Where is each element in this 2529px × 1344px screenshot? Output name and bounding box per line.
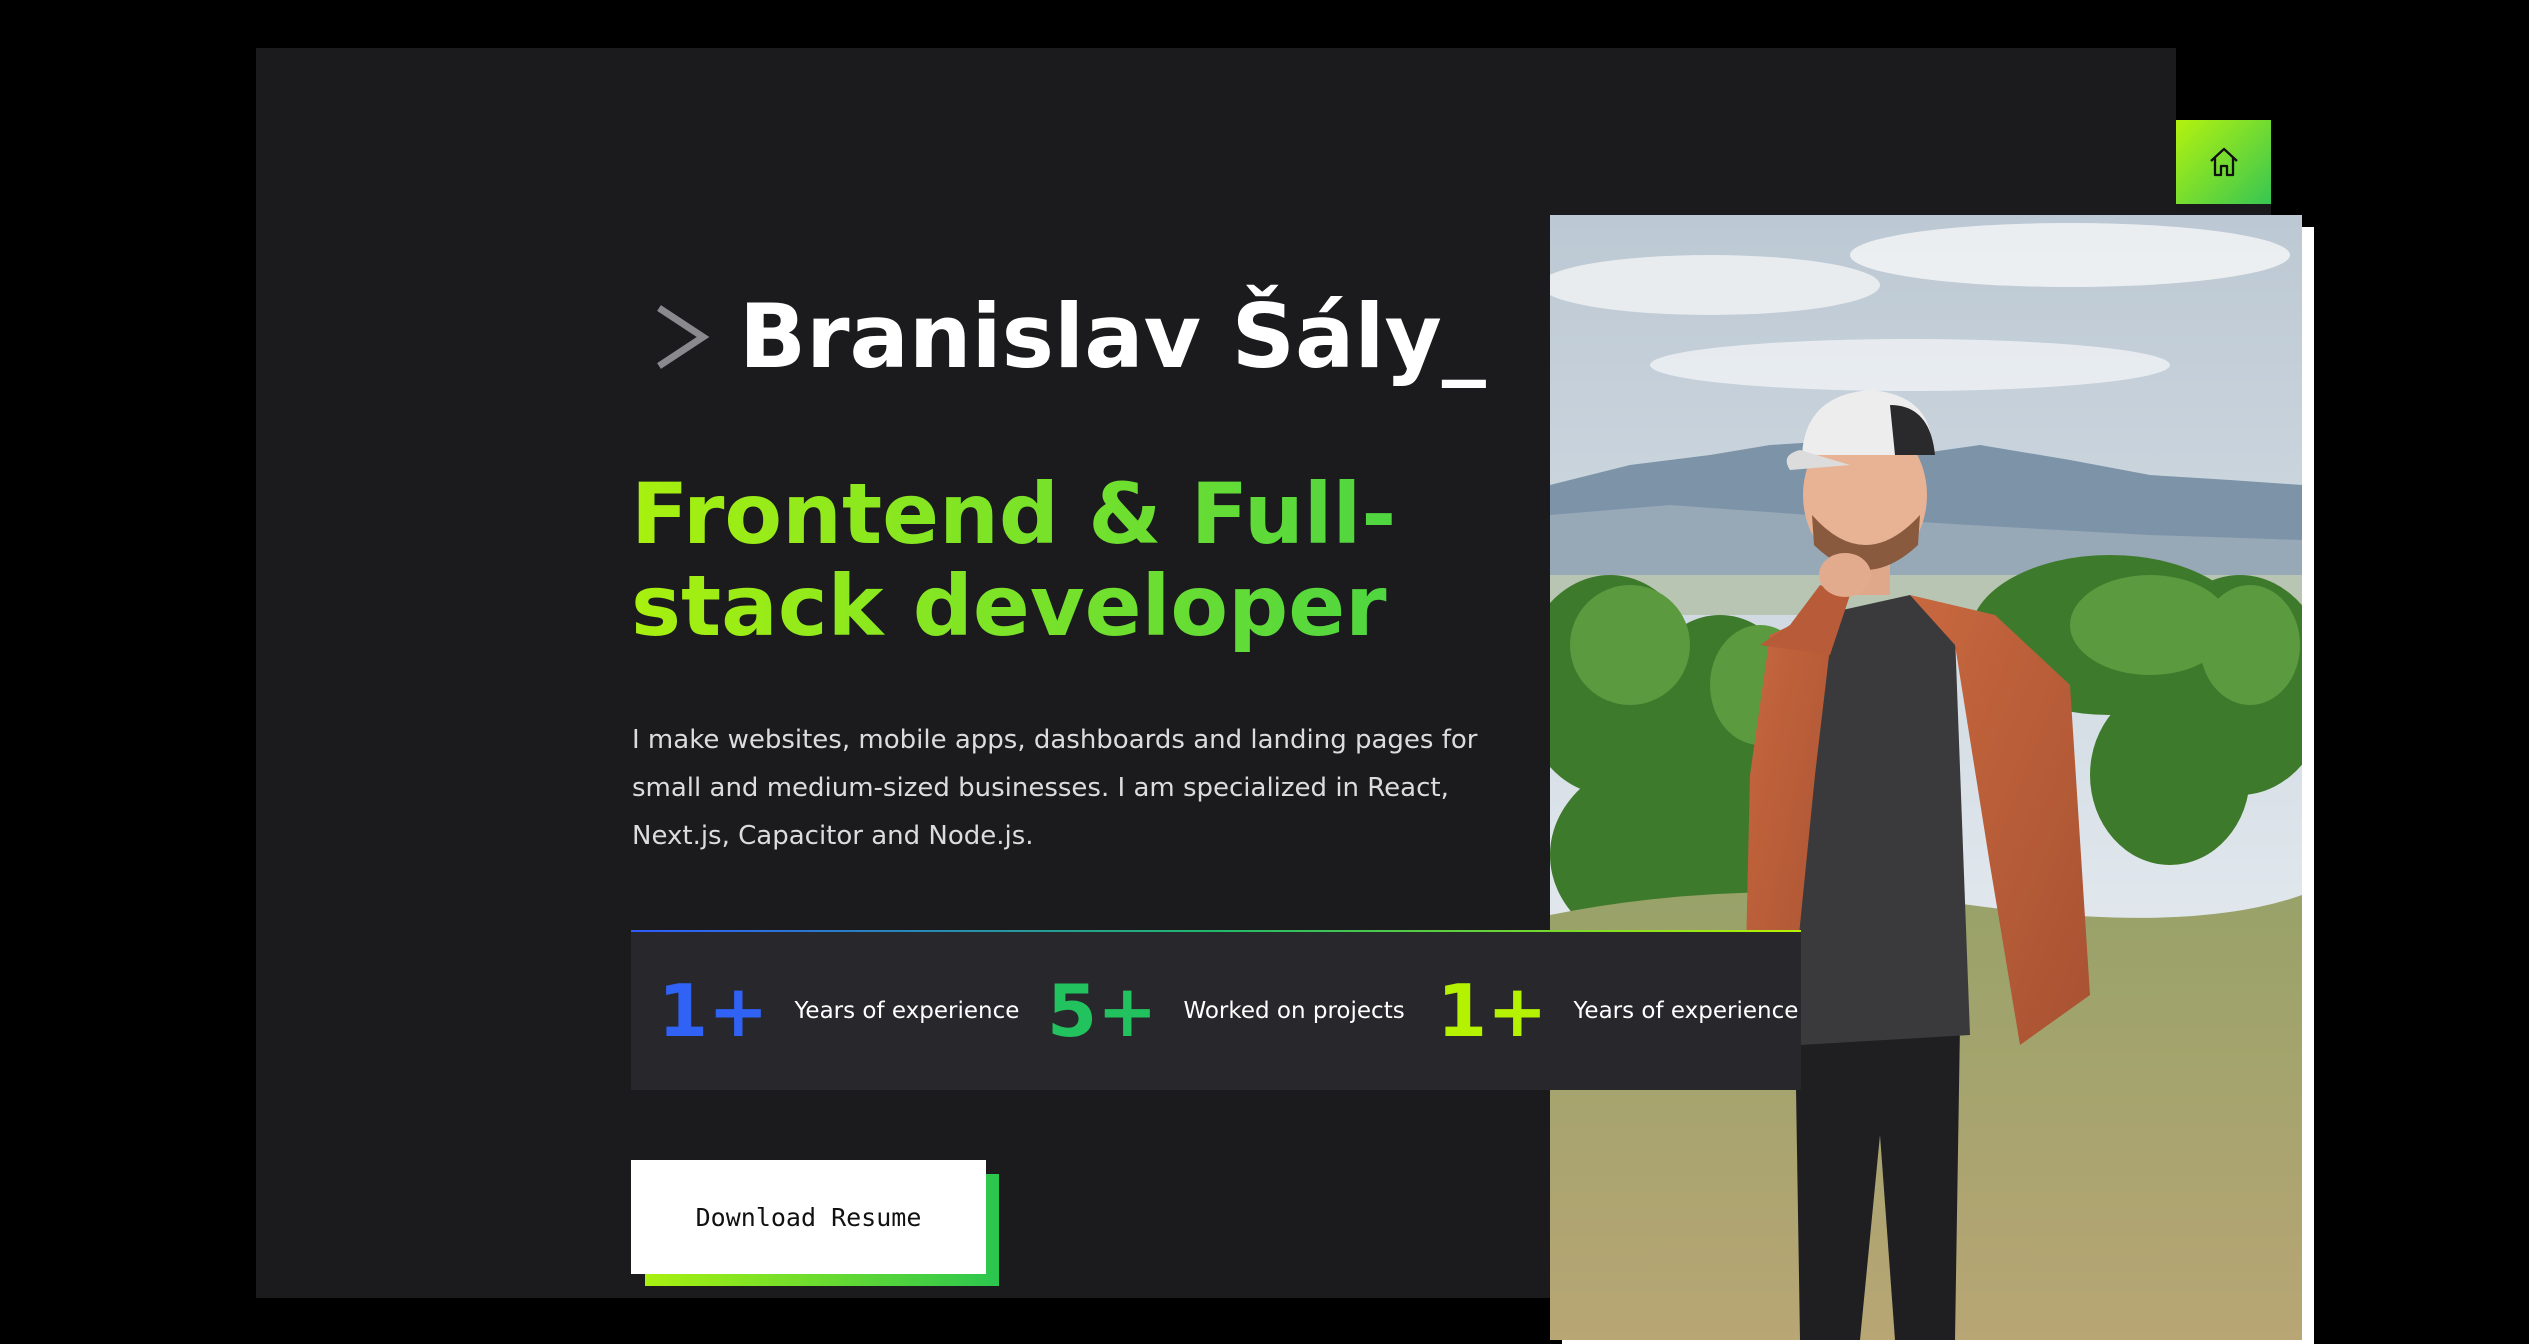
home-icon [2209,147,2238,177]
stat-number: 5+ [1047,969,1158,1053]
intro-paragraph: I make websites, mobile apps, dashboards… [632,725,1478,851]
profile-photo-frame [1550,215,2314,1344]
profile-photo [1550,215,2302,1340]
stat-label: Worked on projects [1183,998,1405,1024]
stat-experience-2: 1+ Years of experience [1437,932,1798,1090]
nav-home-button[interactable] [2176,120,2271,204]
stat-label: Years of experience [1573,998,1799,1024]
hero-name: Branislav Šály_ [739,285,1486,388]
stat-label: Years of experience [794,998,1020,1024]
headline: Frontend & Full-stack developer [631,468,1531,652]
stat-experience: 1+ Years of experience [658,932,1019,1090]
stat-projects: 5+ Worked on projects [1047,932,1405,1090]
stat-number: 1+ [658,969,769,1053]
hero-card: Branislav Šály_ Frontend & Full-stack de… [256,48,2314,1344]
stat-number: 1+ [1437,969,1548,1053]
chevron-right-icon [657,305,710,369]
download-resume-button[interactable]: Download Resume [631,1160,986,1274]
hero-name-row: Branislav Šály_ [651,293,1486,381]
download-resume-wrapper: Download Resume [631,1160,999,1286]
portrait-illustration [1550,215,2302,1340]
stats-bar: 1+ Years of experience 5+ Worked on proj… [631,930,1801,1090]
